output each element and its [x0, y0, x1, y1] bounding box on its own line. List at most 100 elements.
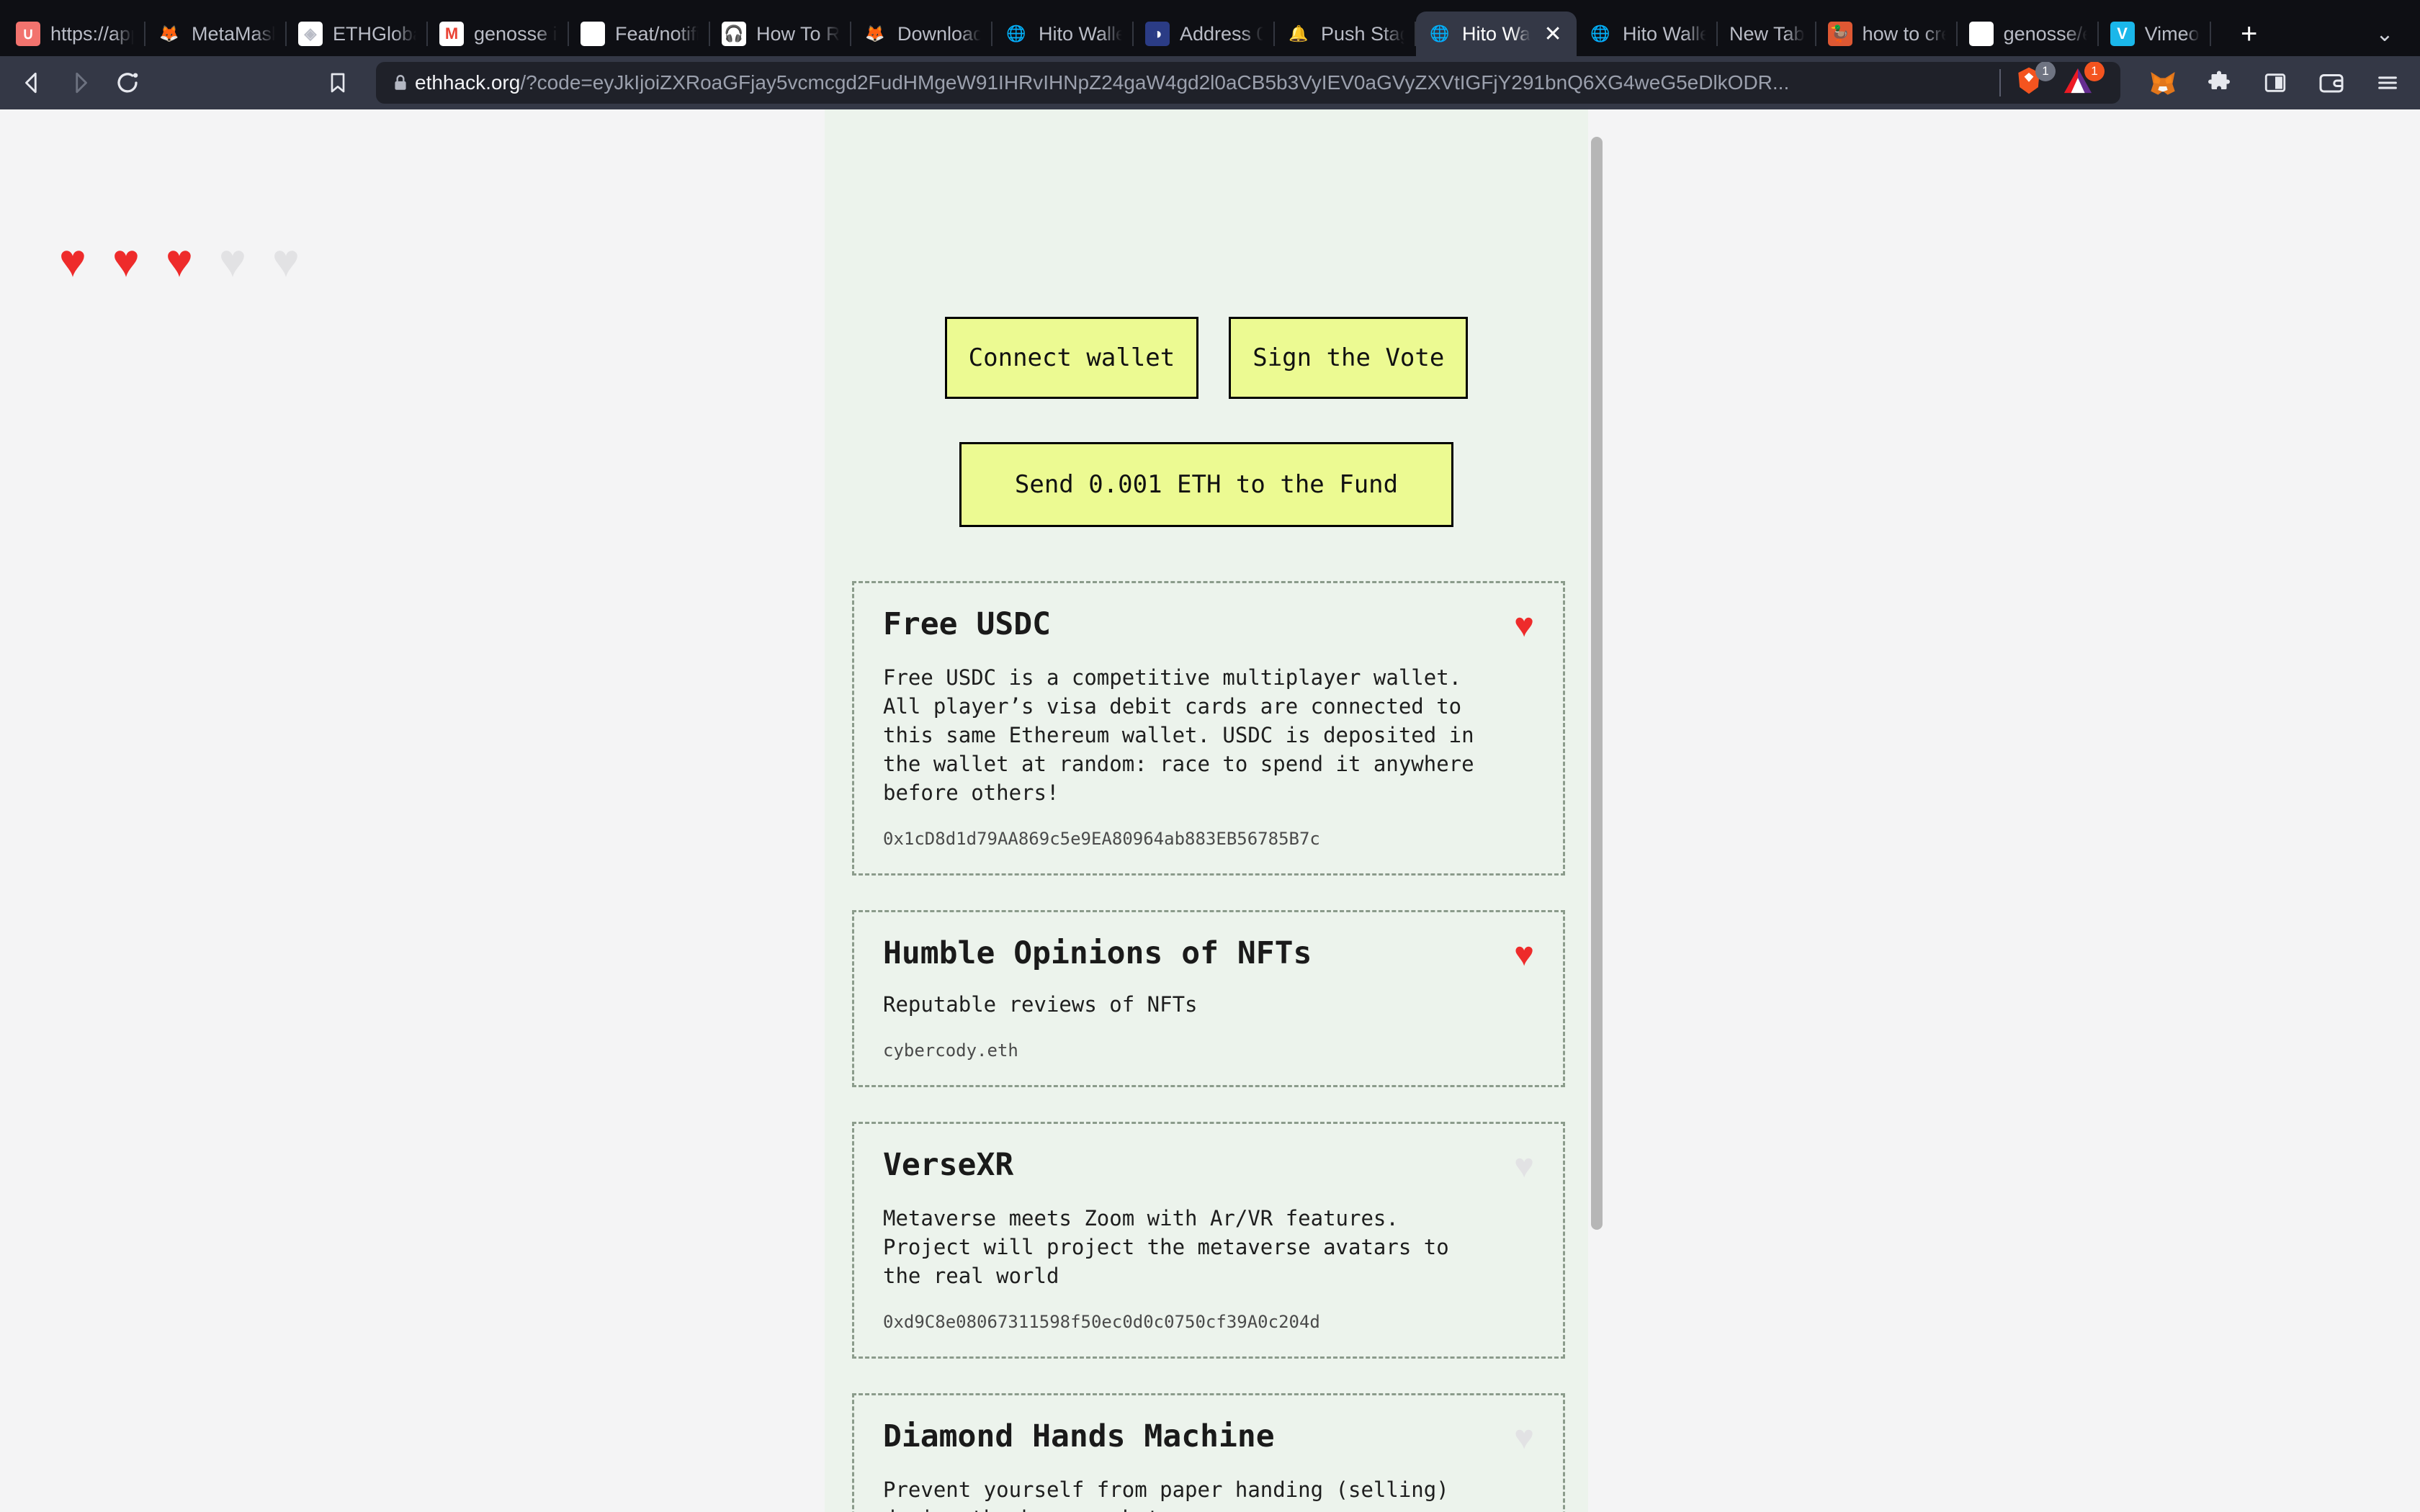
project-title: Humble Opinions of NFTs [883, 935, 1312, 972]
reload-icon[interactable] [105, 60, 150, 105]
vote-hearts-indicator: ♥ ♥ ♥ ♥ ♥ [59, 238, 326, 284]
fund-action-row: Send 0.001 ETH to the Fund [825, 442, 1588, 527]
browser-tab[interactable]: 🌐 Hito Wallet [1577, 12, 1718, 56]
browser-tab[interactable]: 🦆 how to crea [1816, 12, 1958, 56]
vote-heart-filled-icon: ♥ [166, 235, 193, 287]
browser-tab[interactable]: 🦊 Download [851, 12, 992, 56]
metamask-extension-icon[interactable] [2141, 60, 2185, 105]
close-tab-icon[interactable]: ✕ [1541, 22, 1565, 46]
project-address: cybercody.eth [883, 1040, 1018, 1061]
project-card[interactable]: Free USDC ♥ Free USDC is a competitive mul… [852, 581, 1565, 876]
page-scrollbar-thumb[interactable] [1591, 137, 1603, 1230]
bat-rewards-badge: 1 [2084, 62, 2105, 81]
chevron-down-icon[interactable]: ⌄ [2365, 14, 2404, 53]
wallet-action-buttons: Connect wallet Sign the Vote [825, 317, 1588, 399]
vote-heart-empty-icon: ♥ [219, 235, 246, 287]
project-list: Free USDC ♥ Free USDC is a competitive mul… [852, 581, 1565, 1512]
browser-tab[interactable]: 🔔 Push Stagi [1275, 12, 1416, 56]
browser-tab[interactable]: New Tab [1718, 12, 1816, 56]
browser-tab[interactable]: ∪ https://app [4, 12, 145, 56]
browser-tab-label: Push Stagi [1321, 22, 1404, 45]
bat-rewards-icon[interactable]: 1 [2061, 62, 2105, 102]
browser-tab[interactable]: 🦊 MetaMask [145, 12, 287, 56]
project-vote-heart-filled-icon[interactable]: ♥ [1514, 937, 1534, 971]
navigation-bar: ethhack.org/?code=eyJkIjoiZXRoaGFjay5vcm… [0, 56, 2420, 109]
project-description: Free USDC is a competitive multiplayer w… [883, 665, 1474, 806]
vote-heart-filled-icon: ♥ [59, 235, 86, 287]
browser-tab-label: genosse in [474, 22, 557, 45]
project-title: Diamond Hands Machine [883, 1418, 1275, 1455]
padlock-icon [386, 73, 415, 92]
metamask-fox-favicon: 🦊 [159, 24, 179, 42]
url-host: ethhack.org [415, 71, 521, 94]
wallet-icon[interactable] [2309, 60, 2354, 105]
ethglobal-favicon: ◈ [298, 22, 323, 46]
browser-tab-label: Address 0x [1180, 22, 1263, 45]
push-bell-favicon: 🔔 [1289, 24, 1309, 42]
globe-favicon: 🌐 [1590, 24, 1610, 42]
browser-menu-icon[interactable] [2365, 60, 2410, 105]
browser-tab[interactable]: 🌐 Hito Wallet [992, 12, 1134, 56]
browser-tab-label: Feat/notific [615, 22, 699, 45]
browser-tab[interactable]: 🎧 How To Rea [710, 12, 851, 56]
browser-tab-label: https://app [50, 22, 134, 45]
project-address: 0x1cD8d1d79AA869c5e9EA80964ab883EB56785B… [883, 829, 1320, 850]
connect-wallet-button[interactable]: Connect wallet [944, 317, 1199, 399]
project-title: Free USDC [883, 606, 1051, 642]
project-card-header: Diamond Hands Machine ♥ [883, 1418, 1534, 1455]
browser-tab[interactable]: V Vimeo [2099, 12, 2211, 56]
browser-tab[interactable]: Mgenosse in [428, 12, 569, 56]
vimeo-favicon: V [2110, 22, 2135, 46]
project-description: Metaverse meets Zoom with Ar/VR features… [883, 1205, 1449, 1289]
back-arrow-icon[interactable] [10, 60, 55, 105]
brave-shields-icon[interactable]: 1 [2012, 62, 2056, 102]
browser-tab[interactable]: ◈ ETHGlobal [287, 12, 428, 56]
metamask-fox-favicon: 🦊 [865, 24, 885, 42]
sidebar-toggle-icon[interactable] [2253, 60, 2298, 105]
browser-tab-label: MetaMask [192, 22, 275, 45]
tab-strip: ∪ https://app 🦊 MetaMask ◈ ETHGlobal Mgenosse … [0, 0, 2420, 56]
browser-tab-label: Hito Wallet [1623, 22, 1707, 45]
browser-tab-label: Hito Wa [1462, 22, 1531, 45]
project-vote-heart-empty-icon[interactable]: ♥ [1514, 1148, 1534, 1182]
browser-tab[interactable]: Feat/notific [569, 12, 710, 56]
vote-heart-empty-icon: ♥ [272, 235, 300, 287]
project-card[interactable]: VerseXR ♥ Metaverse meets Zoom with Ar/VR … [852, 1121, 1565, 1359]
tab-strip-right: ⌄ [2365, 12, 2420, 56]
extensions-puzzle-icon[interactable] [2197, 60, 2241, 105]
ethereum-app-favicon: ∪ [16, 22, 40, 46]
address-bar-divider [1999, 69, 2001, 96]
globe-favicon: 🌐 [1006, 24, 1026, 42]
url-path: /?code=eyJkIjoiZXRoaGFjay5vcmcgd2FudHMge… [520, 71, 1790, 94]
project-description: Reputable reviews of NFTs [883, 991, 1198, 1017]
project-vote-heart-filled-icon[interactable]: ♥ [1514, 608, 1534, 642]
browser-tab-label: How To Rea [756, 22, 840, 45]
brave-shields-badge: 1 [2035, 62, 2056, 81]
browser-tab-label: ETHGlobal [333, 22, 416, 45]
browser-tab-label: Hito Wallet [1039, 22, 1122, 45]
sign-the-vote-button[interactable]: Sign the Vote [1229, 317, 1469, 399]
browser-tab[interactable]: ◑ Address 0x [1134, 12, 1275, 56]
project-vote-heart-empty-icon[interactable]: ♥ [1514, 1420, 1534, 1454]
project-card-header: Free USDC ♥ [883, 606, 1534, 642]
send-eth-to-fund-button[interactable]: Send 0.001 ETH to the Fund [959, 442, 1453, 527]
browser-tab[interactable]: genosse/et [1958, 12, 2099, 56]
project-card[interactable]: Diamond Hands Machine ♥ Prevent yourself f… [852, 1393, 1565, 1512]
address-bar[interactable]: ethhack.org/?code=eyJkIjoiZXRoaGFjay5vcm… [376, 62, 2120, 104]
vote-heart-filled-icon: ♥ [112, 235, 140, 287]
new-tab-button[interactable]: + [2227, 12, 2272, 56]
browser-tab-label: Download [897, 22, 981, 45]
etherscan-favicon: ◑ [1145, 22, 1170, 46]
address-bar-text: ethhack.org/?code=eyJkIjoiZXRoaGFjay5vcm… [415, 71, 1988, 94]
project-card-header: VerseXR ♥ [883, 1148, 1534, 1182]
browser-window: ∪ https://app 🦊 MetaMask ◈ ETHGlobal Mgenosse … [0, 0, 2420, 1512]
gmail-favicon: M [439, 22, 464, 46]
project-description: Prevent yourself from paper handing (sel… [883, 1477, 1449, 1512]
browser-tab[interactable]: 🌐 Hito Wa ✕ [1416, 12, 1577, 56]
project-card[interactable]: Humble Opinions of NFTs ♥ Reputable review… [852, 910, 1565, 1087]
browser-tab-label: how to crea [1862, 22, 1946, 45]
document-favicon: 🎧 [722, 22, 746, 46]
project-address: 0xd9C8e08067311598f50ec0d0c0750cf39A0c20… [883, 1312, 1320, 1333]
page-viewport: ♥ ♥ ♥ ♥ ♥ Connect wallet Sign the Vote Send … [0, 109, 2420, 1512]
bookmark-icon[interactable] [315, 60, 360, 105]
